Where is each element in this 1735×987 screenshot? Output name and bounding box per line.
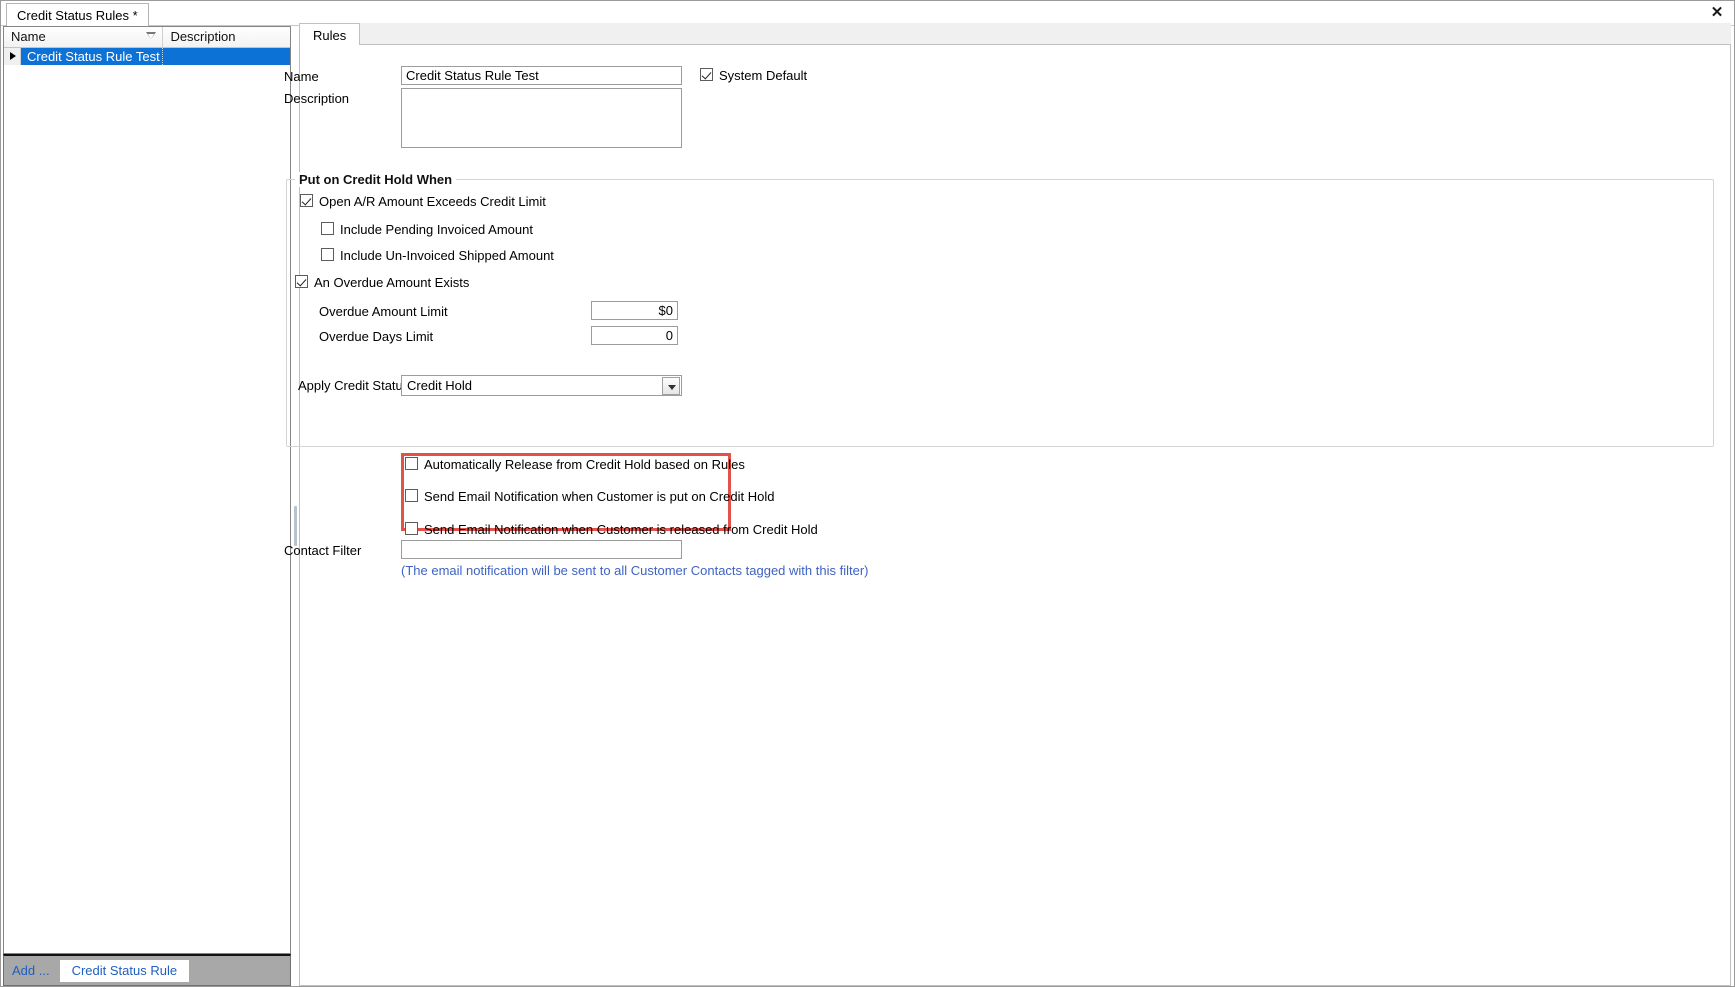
column-header-description[interactable]: Description [163,27,290,47]
contact-filter-label: Contact Filter [284,543,362,558]
description-textarea[interactable] [401,88,682,148]
add-link[interactable]: Add ... [12,963,50,978]
document-tab-credit-status-rules[interactable]: Credit Status Rules * [6,3,149,26]
put-on-credit-hold-groupbox: Put on Credit Hold When [286,172,1714,447]
include-uninvoiced-shipped-checkbox[interactable] [321,248,334,261]
auto-release-label[interactable]: Automatically Release from Credit Hold b… [424,457,745,472]
column-header-name-label: Name [11,29,46,44]
apply-credit-status-label: Apply Credit Status [298,378,410,393]
table-row[interactable]: Credit Status Rule Test [4,48,290,65]
open-ar-exceeds-limit-label[interactable]: Open A/R Amount Exceeds Credit Limit [319,194,546,209]
rules-tab-panel: Name Description System Default Put on C… [284,45,1731,986]
apply-credit-status-value: Credit Hold [407,378,473,393]
sort-descending-icon [146,32,157,39]
panel-splitter[interactable] [292,26,299,986]
list-action-bar: Add ... Credit Status Rule [3,954,291,986]
auto-release-checkbox[interactable] [405,457,418,470]
tab-rules[interactable]: Rules [299,23,361,46]
rules-list-panel: Name Description Credit Status Rule Test [3,26,291,954]
include-pending-invoiced-label[interactable]: Include Pending Invoiced Amount [340,222,533,237]
name-label-real: Name [284,69,319,84]
row-cell-description [163,48,290,65]
add-credit-status-rule-button[interactable]: Credit Status Rule [59,959,190,982]
column-header-description-label: Description [170,29,236,44]
list-grid-header: Name Description [4,27,290,48]
detail-pane: Rules Name Description [284,23,1731,986]
column-header-name[interactable]: Name [4,27,164,47]
groupbox-title: Put on Credit Hold When [295,172,457,187]
system-default-checkbox[interactable] [700,68,713,81]
include-pending-invoiced-checkbox[interactable] [321,222,334,235]
open-ar-exceeds-limit-checkbox[interactable] [300,194,313,207]
system-default-label[interactable]: System Default [719,68,807,83]
email-on-release-label[interactable]: Send Email Notification when Customer is… [424,522,818,537]
overdue-amount-exists-checkbox[interactable] [295,275,308,288]
email-on-hold-label[interactable]: Send Email Notification when Customer is… [424,489,774,504]
detail-tabstrip: Rules [299,23,1731,46]
name-input[interactable] [401,66,682,85]
contact-filter-hint: (The email notification will be sent to … [401,563,869,578]
email-on-release-checkbox[interactable] [405,522,418,535]
overdue-days-limit-input[interactable] [591,326,678,345]
close-icon[interactable]: ✕ [1706,3,1728,23]
description-label: Description [284,91,350,106]
apply-credit-status-combobox[interactable]: Credit Hold [401,375,682,396]
chevron-down-icon[interactable] [662,377,680,395]
overdue-amount-limit-label: Overdue Amount Limit [319,304,448,319]
email-on-hold-checkbox[interactable] [405,489,418,502]
application-window: Credit Status Rules * ✕ Name Description… [0,0,1735,987]
overdue-days-limit-label: Overdue Days Limit [319,329,434,344]
overdue-amount-exists-label[interactable]: An Overdue Amount Exists [314,275,469,290]
contact-filter-input[interactable] [401,540,682,559]
include-uninvoiced-shipped-label[interactable]: Include Un-Invoiced Shipped Amount [340,248,554,263]
overdue-amount-limit-input[interactable] [591,301,678,320]
row-cell-name: Credit Status Rule Test [21,48,164,65]
splitter-grip-icon [294,506,297,546]
row-indicator-icon [4,48,21,65]
credit-status-rule-form: Name Description System Default Put on C… [284,45,1730,985]
